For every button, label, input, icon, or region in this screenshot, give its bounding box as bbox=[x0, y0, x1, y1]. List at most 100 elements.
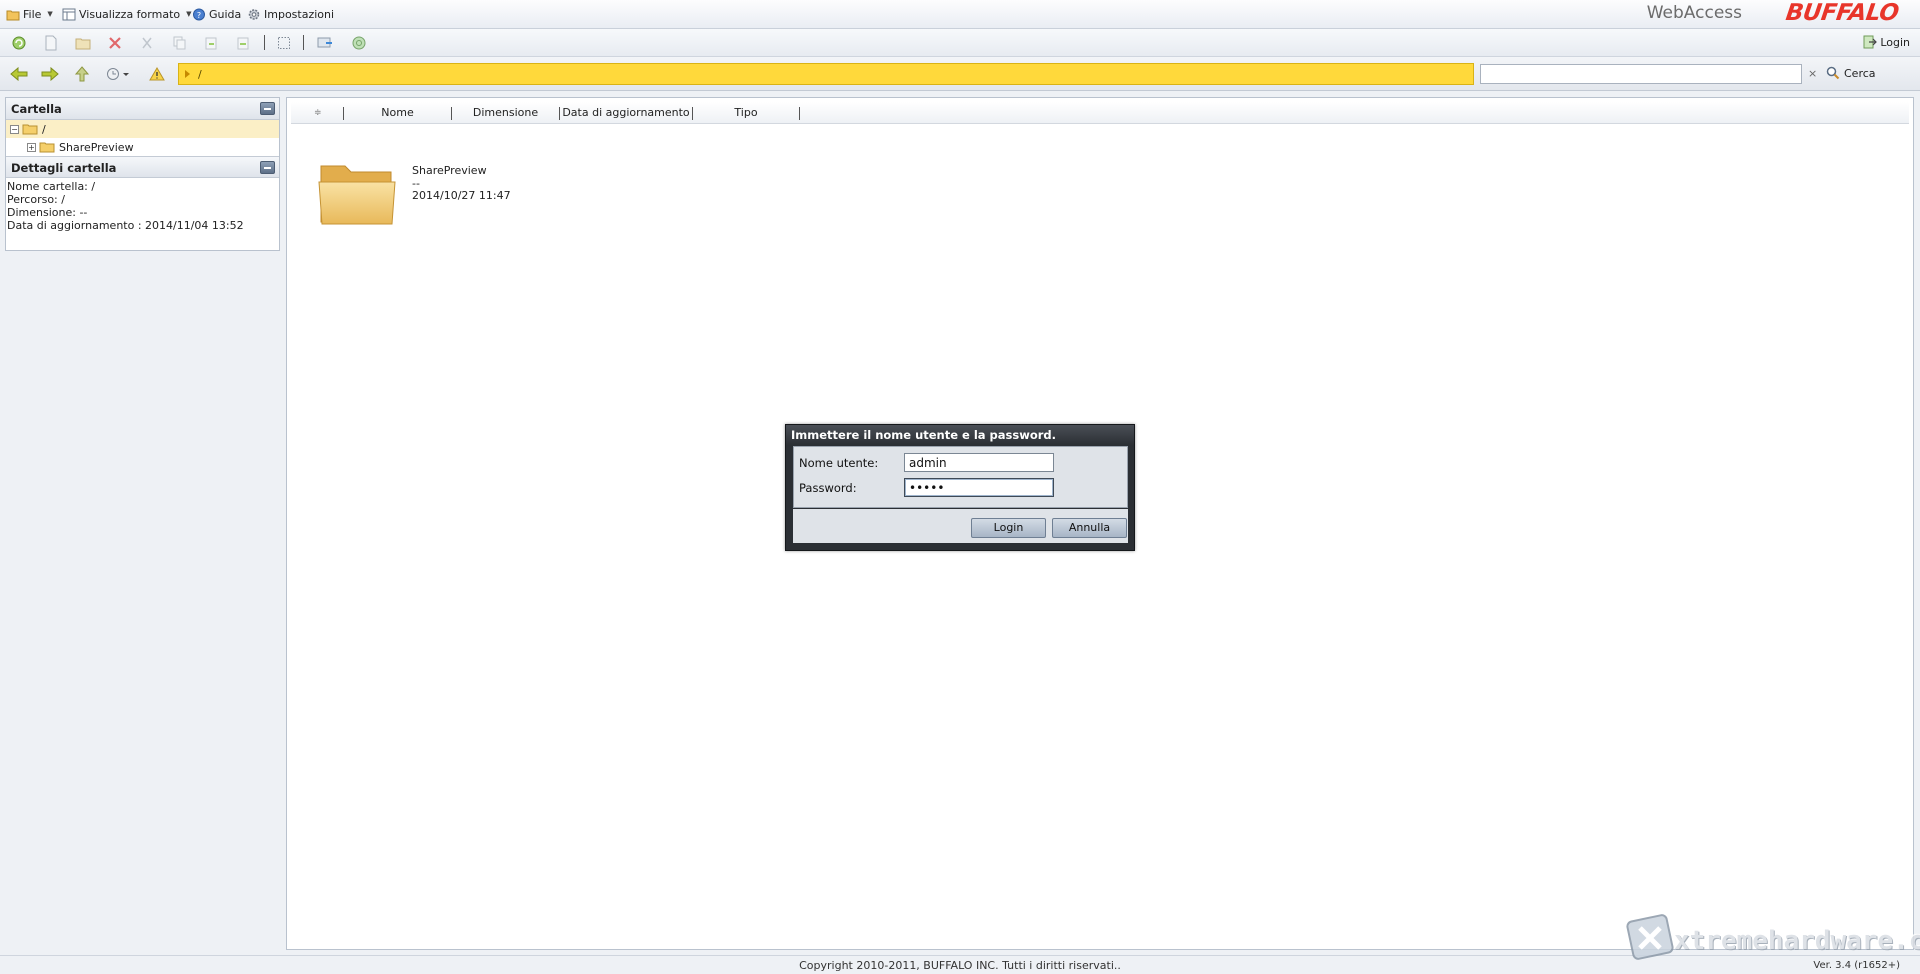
search-button[interactable]: Cerca bbox=[1826, 66, 1876, 80]
move-icon bbox=[237, 37, 249, 50]
login-button[interactable]: Login bbox=[971, 518, 1046, 538]
toolbar-separator bbox=[303, 35, 304, 50]
username-input[interactable] bbox=[904, 453, 1054, 472]
up-button[interactable] bbox=[72, 65, 92, 83]
menu-view-format-label: Visualizza formato bbox=[79, 8, 181, 21]
menu-file[interactable]: File ▼ bbox=[6, 6, 53, 23]
arrow-left-icon bbox=[10, 67, 28, 81]
warning-button[interactable] bbox=[147, 65, 167, 83]
menu-settings-label: Impostazioni bbox=[264, 8, 335, 21]
navigation-toolbar: / × Cerca bbox=[0, 57, 1920, 91]
detail-updated: Data di aggiornamento : 2014/11/04 13:52 bbox=[7, 219, 244, 232]
new-file-button[interactable] bbox=[42, 34, 60, 52]
detail-size: Dimensione: -- bbox=[7, 206, 88, 219]
menu-help[interactable]: ? Guida bbox=[192, 6, 241, 23]
folder-icon bbox=[39, 142, 55, 153]
path-text: / bbox=[198, 67, 202, 81]
history-button[interactable] bbox=[104, 65, 134, 83]
toolbar-login-button[interactable]: Login bbox=[1863, 35, 1910, 49]
view-grid-icon bbox=[62, 8, 76, 21]
search-clear-button[interactable]: × bbox=[1808, 67, 1817, 80]
toolbar-separator bbox=[264, 35, 265, 50]
delete-button[interactable] bbox=[106, 34, 124, 52]
tree-item-sharepreview[interactable]: + SharePreview bbox=[6, 138, 279, 156]
paste-icon bbox=[205, 37, 217, 50]
watermark-logo-icon bbox=[1626, 914, 1674, 960]
watermark: xtremehardware.com bbox=[1616, 912, 1920, 964]
path-bar[interactable]: / bbox=[178, 63, 1474, 85]
cut-button[interactable] bbox=[138, 34, 156, 52]
globe-icon bbox=[352, 36, 366, 50]
help-icon: ? bbox=[193, 8, 205, 21]
share-icon bbox=[317, 37, 332, 48]
search-input[interactable] bbox=[1480, 64, 1802, 84]
username-label: Nome utente: bbox=[799, 456, 879, 470]
cancel-button[interactable]: Annulla bbox=[1052, 518, 1127, 538]
menu-file-label: File bbox=[23, 8, 42, 21]
column-name[interactable]: Nome bbox=[344, 102, 451, 124]
move-button[interactable] bbox=[234, 34, 252, 52]
column-size[interactable]: Dimensione bbox=[452, 102, 559, 124]
login-dialog: Immettere il nome utente e la password. … bbox=[785, 424, 1135, 551]
path-arrow-icon bbox=[185, 70, 190, 78]
search-button-label: Cerca bbox=[1844, 66, 1876, 80]
login-icon bbox=[1863, 35, 1878, 49]
chevron-down-icon: ▼ bbox=[47, 10, 53, 18]
refresh-icon bbox=[12, 36, 26, 50]
menu-settings[interactable]: Impostazioni bbox=[247, 6, 334, 23]
share-button[interactable] bbox=[316, 34, 334, 52]
file-item-sharepreview[interactable]: SharePreview -- 2014/10/27 11:47 bbox=[317, 158, 547, 238]
brand-webaccess: WebAccess bbox=[1646, 3, 1742, 23]
tree-item-sharepreview-label: SharePreview bbox=[59, 140, 134, 154]
sort-icon[interactable]: ≑ bbox=[314, 108, 322, 118]
menu-view-format[interactable]: Visualizza formato ▼ bbox=[62, 6, 192, 23]
detail-folder-name: Nome cartella: / bbox=[7, 180, 96, 193]
select-all-button[interactable] bbox=[275, 34, 293, 52]
folder-icon bbox=[6, 10, 20, 21]
toolbar-login-label: Login bbox=[1880, 35, 1910, 49]
tree-collapse-icon[interactable]: − bbox=[10, 124, 19, 134]
password-input[interactable] bbox=[904, 478, 1054, 497]
tree-expand-icon[interactable]: + bbox=[27, 142, 36, 152]
menu-help-label: Guida bbox=[209, 8, 242, 21]
left-panel: Cartella − / + SharePreview Dettagli car… bbox=[5, 97, 280, 251]
folder-open-icon bbox=[22, 124, 38, 135]
action-toolbar: Login bbox=[0, 29, 1920, 57]
details-panel-collapse-button[interactable] bbox=[260, 161, 275, 174]
copy-button[interactable] bbox=[170, 34, 188, 52]
delete-icon bbox=[109, 37, 121, 49]
dialog-body: Nome utente: Password: bbox=[793, 446, 1128, 508]
tree-item-root[interactable]: − / bbox=[6, 120, 279, 138]
gear-icon bbox=[248, 9, 260, 20]
new-file-icon bbox=[45, 35, 57, 51]
forward-button[interactable] bbox=[40, 65, 60, 83]
folder-panel-title: Cartella bbox=[11, 102, 62, 116]
svg-text:?: ? bbox=[197, 11, 201, 20]
folder-panel-header: Cartella bbox=[6, 98, 279, 120]
file-date: 2014/10/27 11:47 bbox=[412, 189, 511, 202]
tree-item-root-label: / bbox=[42, 122, 46, 136]
detail-path: Percorso: / bbox=[7, 193, 65, 206]
details-panel-title: Dettagli cartella bbox=[11, 161, 117, 175]
column-header: ≑ Nome Dimensione Data di aggiornamento … bbox=[291, 102, 1909, 124]
new-folder-icon bbox=[75, 38, 91, 50]
column-updated[interactable]: Data di aggiornamento bbox=[560, 102, 692, 124]
history-icon bbox=[107, 68, 129, 80]
new-folder-button[interactable] bbox=[74, 34, 92, 52]
web-link-button[interactable] bbox=[350, 34, 368, 52]
copy-icon bbox=[173, 36, 186, 50]
back-button[interactable] bbox=[9, 65, 29, 83]
dialog-title: Immettere il nome utente e la password. bbox=[786, 425, 1134, 445]
file-name: SharePreview bbox=[412, 164, 487, 177]
column-type[interactable]: Tipo bbox=[693, 102, 799, 124]
cut-icon bbox=[142, 37, 152, 49]
details-panel-header: Dettagli cartella bbox=[6, 156, 279, 178]
column-separator bbox=[799, 107, 800, 120]
paste-button[interactable] bbox=[202, 34, 220, 52]
folder-icon bbox=[318, 165, 396, 225]
refresh-button[interactable] bbox=[10, 34, 28, 52]
warning-icon bbox=[149, 67, 165, 81]
buffalo-logo: BUFFALO bbox=[1783, 0, 1900, 26]
menubar: File ▼ Visualizza formato ▼ ? Guida Impo… bbox=[0, 0, 1920, 29]
folder-panel-collapse-button[interactable] bbox=[260, 102, 275, 115]
